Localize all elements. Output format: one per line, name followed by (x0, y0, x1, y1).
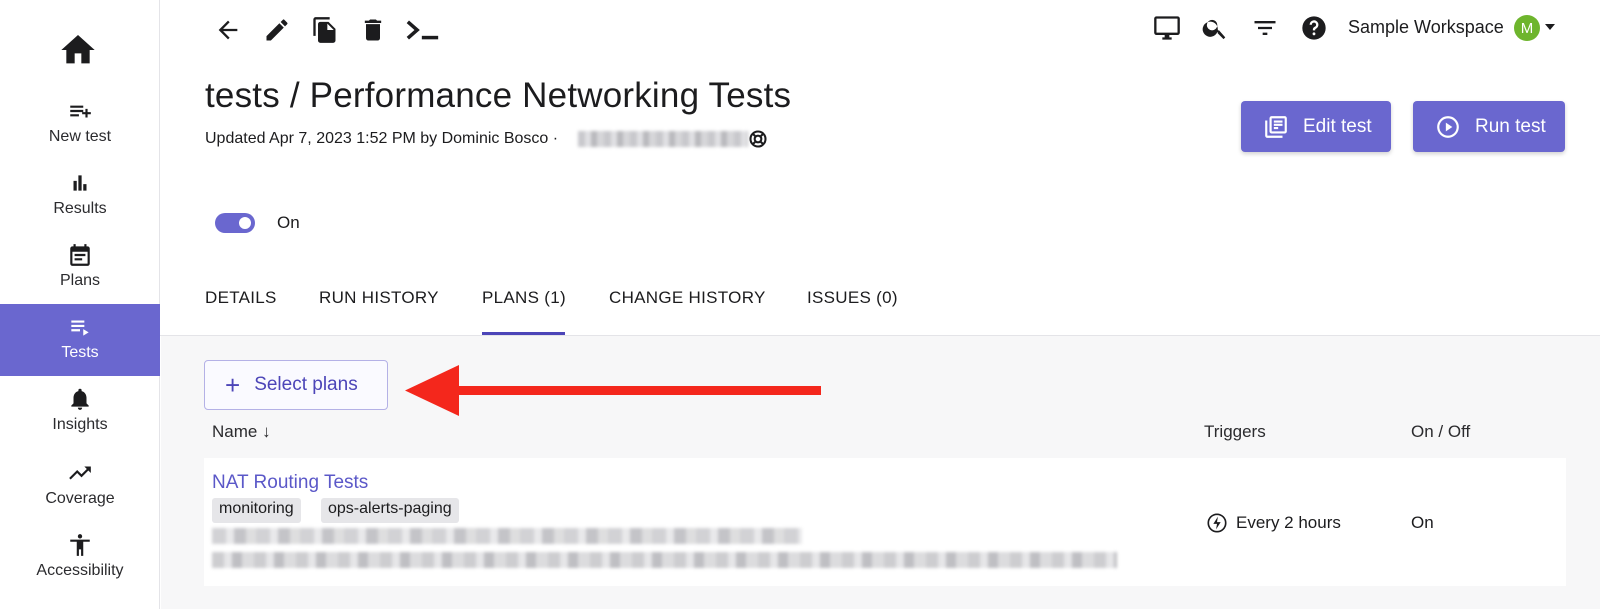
plan-name-link[interactable]: NAT Routing Tests (212, 472, 368, 494)
run-test-label: Run test (1475, 115, 1546, 137)
terminal-icon[interactable] (405, 16, 441, 44)
filter-icon[interactable] (1251, 14, 1279, 42)
calendar-icon (70, 244, 90, 266)
sidebar-item-label: Accessibility (36, 562, 124, 579)
redacted-email (578, 131, 748, 147)
sidebar-item-label: New test (48, 128, 112, 145)
sidebar-item-label: Plans (59, 272, 101, 289)
toggle-knob (239, 217, 251, 229)
monitor-icon[interactable] (1153, 14, 1181, 42)
select-plans-label: Select plans (254, 374, 358, 395)
sidebar-item-coverage[interactable]: Coverage (0, 450, 160, 522)
sidebar-item-new-test[interactable]: New test (0, 88, 160, 160)
run-test-button[interactable]: Run test (1413, 101, 1565, 152)
tag-badge: ops-alerts-paging (321, 498, 459, 523)
updated-info: Updated Apr 7, 2023 1:52 PM by Dominic B… (205, 130, 559, 147)
edit-test-label: Edit test (1303, 115, 1372, 137)
tab-run-history[interactable]: RUN HISTORY (319, 288, 439, 308)
pencil-icon[interactable] (263, 16, 291, 44)
accessibility-icon (70, 534, 90, 556)
workspace-switcher[interactable]: Sample Workspace (1348, 17, 1504, 38)
avatar[interactable]: M (1514, 15, 1540, 41)
redacted-description (212, 528, 802, 544)
copy-icon[interactable] (311, 16, 339, 44)
column-header-name[interactable]: Name ↓ (212, 422, 271, 442)
chevron-down-icon[interactable] (1545, 24, 1555, 30)
sidebar-item-insights[interactable]: Insights (0, 376, 160, 448)
back-arrow-icon[interactable] (214, 16, 242, 44)
select-plans-button[interactable]: + Select plans (204, 360, 388, 410)
playlist-add-icon (70, 105, 91, 118)
test-enabled-toggle[interactable] (215, 213, 255, 233)
playlist-play-icon (71, 320, 89, 336)
plus-icon: + (225, 370, 241, 400)
edit-test-button[interactable]: Edit test (1241, 101, 1391, 152)
plan-status: On (1411, 513, 1434, 532)
sidebar-item-tests[interactable]: Tests (0, 304, 160, 376)
bar-chart-icon (73, 175, 87, 191)
tab-details[interactable]: DETAILS (205, 288, 277, 308)
toggle-label: On (277, 213, 300, 232)
annotation-arrow-icon (405, 365, 821, 416)
column-header-on-off: On / Off (1411, 422, 1471, 441)
play-circle-icon (1437, 115, 1459, 138)
sidebar-item-plans[interactable]: Plans (0, 232, 160, 304)
lifebuoy-icon[interactable] (748, 129, 768, 149)
trending-up-icon (69, 466, 91, 480)
sidebar-item-label: Results (53, 200, 107, 217)
sidebar-item-label: Insights (52, 416, 108, 433)
search-icon[interactable] (1201, 14, 1229, 42)
sidebar-item-label: Coverage (45, 490, 115, 507)
page-title: tests / Performance Networking Tests (205, 76, 792, 115)
column-header-triggers: Triggers (1204, 422, 1266, 441)
tag-badge: monitoring (212, 498, 301, 523)
tab-change-history[interactable]: CHANGE HISTORY (609, 288, 766, 308)
tab-issues[interactable]: ISSUES (0) (807, 288, 898, 308)
home-icon[interactable] (58, 30, 98, 70)
sidebar-item-label: Tests (61, 344, 99, 361)
sidebar-item-results[interactable]: Results (0, 160, 160, 232)
redacted-description (212, 552, 1117, 568)
trigger-cell: Every 2 hours (1206, 512, 1341, 534)
library-books-icon (1265, 115, 1287, 138)
help-icon[interactable] (1300, 14, 1328, 42)
bolt-circle-icon (1207, 513, 1227, 533)
sidebar: New test Results Plans Tests Insights Co… (0, 0, 160, 609)
sidebar-item-accessibility[interactable]: Accessibility (0, 522, 160, 594)
trigger-label: Every 2 hours (1236, 513, 1341, 532)
tab-plans[interactable]: PLANS (1) (482, 288, 566, 308)
trash-icon[interactable] (359, 16, 387, 44)
bell-icon (71, 388, 89, 410)
